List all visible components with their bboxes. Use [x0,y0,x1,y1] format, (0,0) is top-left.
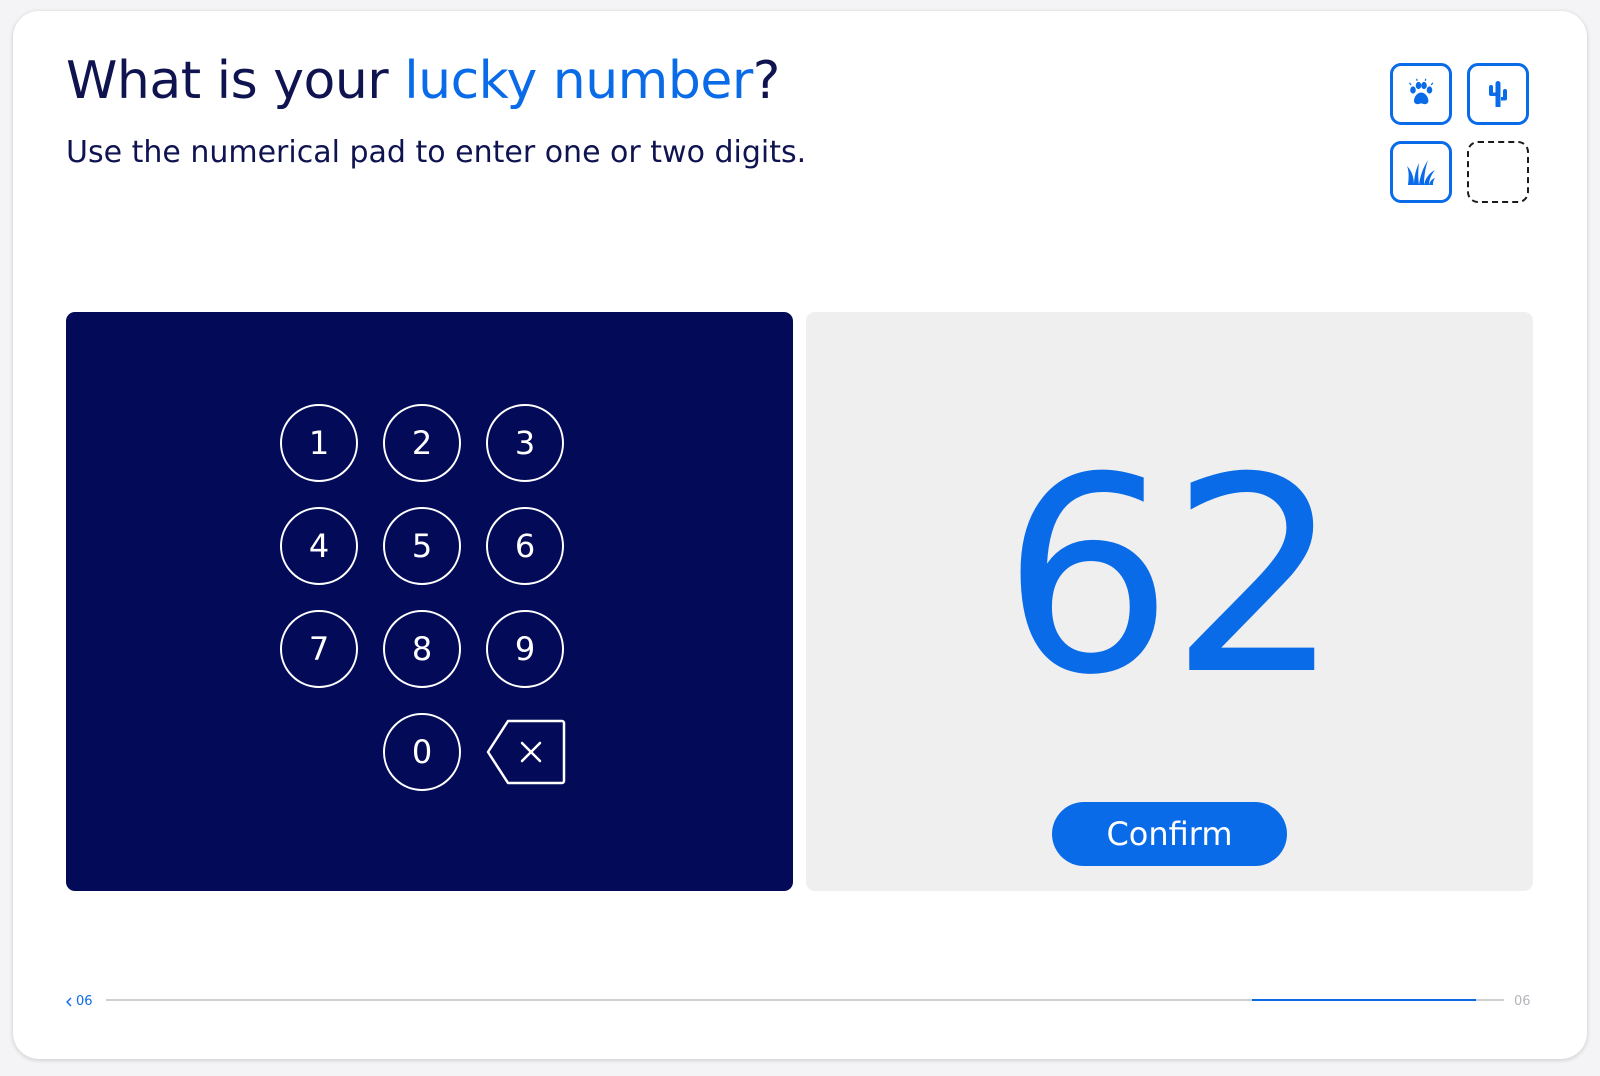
backspace-button[interactable] [486,719,566,785]
next-label: 06 [1514,994,1531,1009]
key-6[interactable]: 6 [486,507,564,585]
key-8[interactable]: 8 [383,610,461,688]
key-7[interactable]: 7 [280,610,358,688]
progress-bar-fill [1252,999,1477,1001]
title-prefix: What is your [66,51,405,111]
key-1[interactable]: 1 [280,404,358,482]
title-highlight: lucky number [404,51,753,111]
cactus-icon [1489,81,1507,107]
question-subtitle: Use the numerical pad to enter one or tw… [66,135,807,170]
question-card: What is your lucky number? Use the numer… [13,11,1587,1059]
backspace-icon [486,719,566,785]
previous-button[interactable]: 06 [65,994,93,1009]
numeric-keypad: 1 2 3 4 5 6 7 8 9 0 [66,312,793,891]
chevron-left-icon [66,997,72,1006]
key-9[interactable]: 9 [486,610,564,688]
previous-label: 06 [76,994,93,1009]
paw-icon [1409,78,1434,105]
key-3[interactable]: 3 [486,404,564,482]
badge-cactus [1467,63,1529,125]
badge-paw [1390,63,1452,125]
entered-number: 62 [1001,419,1342,734]
key-0[interactable]: 0 [383,713,461,791]
empty-badge-slot [1467,141,1529,203]
grass-icon [1407,160,1435,185]
key-5[interactable]: 5 [383,507,461,585]
question-title: What is your lucky number? [66,51,780,111]
title-suffix: ? [752,51,781,111]
confirm-button[interactable]: Confirm [1052,802,1287,866]
number-display-panel: 62 Confirm [806,312,1533,891]
key-4[interactable]: 4 [280,507,358,585]
progress-badges [1390,63,1534,207]
key-2[interactable]: 2 [383,404,461,482]
badge-grass [1390,141,1452,203]
progress-bar [106,999,1504,1001]
